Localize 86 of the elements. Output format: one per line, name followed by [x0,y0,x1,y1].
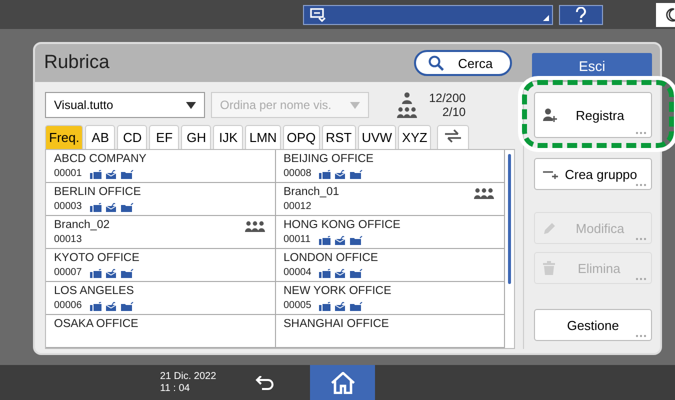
contact-count: 12/200 [429,91,466,105]
index-tab[interactable]: XYZ [398,125,432,149]
index-tab[interactable]: EF [149,125,180,149]
contact-entry[interactable]: LONDON OFFICE 00004 [276,249,505,282]
entry-number: 00013 [54,233,82,247]
entry-name: BEIJING OFFICE [284,152,374,167]
contact-entry[interactable]: NEW YORK OFFICE 00005 [276,282,505,315]
search-button[interactable]: Cerca [414,50,512,76]
help-button[interactable] [559,4,603,24]
corner-triangle-icon [543,14,549,20]
contact-entry[interactable]: HONG KONG OFFICE 00011 [276,216,505,249]
fax-email-folder-icon [90,202,134,212]
entry-name: HONG KONG OFFICE [284,218,400,233]
fax-email-folder-icon [319,302,364,310]
entry-number: 00008 [284,167,312,181]
entry-name: BERLIN OFFICE [54,185,141,200]
window-title: Rubrica [44,52,110,74]
index-tab[interactable]: RST [322,125,356,149]
entry-number: 00006 [54,299,82,313]
entry-name: LOS ANGELES [54,284,134,299]
contact-entry[interactable]: OSAKA OFFICE [46,315,276,348]
fax-email-folder-icon [90,302,134,310]
time-label: 11 : 04 [160,382,191,394]
fax-email-folder-icon [319,170,364,178]
entry-number: 00001 [54,167,82,181]
dropdown-arrow-icon [350,102,360,108]
contact-entry[interactable]: LOS ANGELES 00006 [46,282,276,315]
entry-name: KYOTO OFFICE [54,251,140,266]
entry-name: ABCD COMPANY [54,152,146,167]
index-tab[interactable]: UVW [358,125,396,149]
contact-entry[interactable]: KYOTO OFFICE 00007 [46,249,276,282]
device-status-field[interactable] [303,4,553,24]
contact-entry[interactable]: SHANGHAI OFFICE [276,315,505,348]
index-tab[interactable]: Freq. [45,125,84,149]
entry-name: LONDON OFFICE [284,251,378,266]
contact-entry[interactable]: BEIJING OFFICE 00008 [276,150,505,183]
people-group-icon [244,221,264,232]
group-count: 2/10 [442,105,466,119]
search-icon [428,55,444,71]
entry-number: 00005 [284,299,312,313]
trash-icon [543,261,555,275]
entry-name: NEW YORK OFFICE [284,284,392,299]
fax-email-folder-icon [319,268,364,278]
contact-entry[interactable]: ABCD COMPANY 00001 [46,150,276,183]
index-tab[interactable]: GH [181,125,212,149]
add-person-icon [543,108,557,122]
home-icon [330,372,354,394]
back-arrow-icon [255,376,275,390]
swap-arrows-icon [444,129,462,143]
index-tab[interactable]: LMN [245,125,281,149]
index-tab[interactable]: IJK [213,125,244,149]
entry-number: 00011 [284,233,311,247]
view-dropdown[interactable]: Visual.tutto [45,92,205,118]
fax-email-folder-icon [90,170,134,178]
contact-entry[interactable]: BERLIN OFFICE 00003 [46,183,276,216]
scrollbar[interactable] [508,154,511,284]
people-group-icon [397,107,417,118]
date-label: 21 Dic. 2022 [160,370,218,382]
fax-email-folder-icon [318,236,363,244]
index-tab[interactable]: CD [117,125,148,149]
swap-button[interactable] [437,125,470,149]
action-button[interactable]: Gestione [534,309,652,341]
question-icon [575,6,587,22]
entry-number: 00003 [54,200,82,214]
index-tab[interactable]: OPQ [282,125,320,149]
home-button[interactable] [310,365,375,400]
action-button[interactable]: Crea gruppo [534,158,652,190]
entry-name: SHANGHAI OFFICE [284,317,389,332]
person-icon [402,92,412,104]
dropdown-arrow-icon [186,102,196,108]
pencil-icon [543,221,557,235]
moon-icon [665,8,675,22]
fax-email-folder-icon [90,268,134,278]
add-list-icon [543,169,559,179]
screen-icon [310,6,328,22]
contact-entry[interactable]: Branch_02 00013 [46,216,276,249]
index-tab[interactable]: AB [85,125,116,149]
contact-entry[interactable]: Branch_01 00012 [276,183,505,216]
entry-name: Branch_02 [54,218,110,233]
entry-name: Branch_01 [284,185,340,200]
entry-number: 00007 [54,266,82,280]
entry-number: 00004 [284,266,312,280]
entry-name: OSAKA OFFICE [54,317,138,332]
people-group-icon [474,188,494,199]
entry-number: 00012 [284,200,312,214]
action-button[interactable]: Registra [534,92,652,138]
